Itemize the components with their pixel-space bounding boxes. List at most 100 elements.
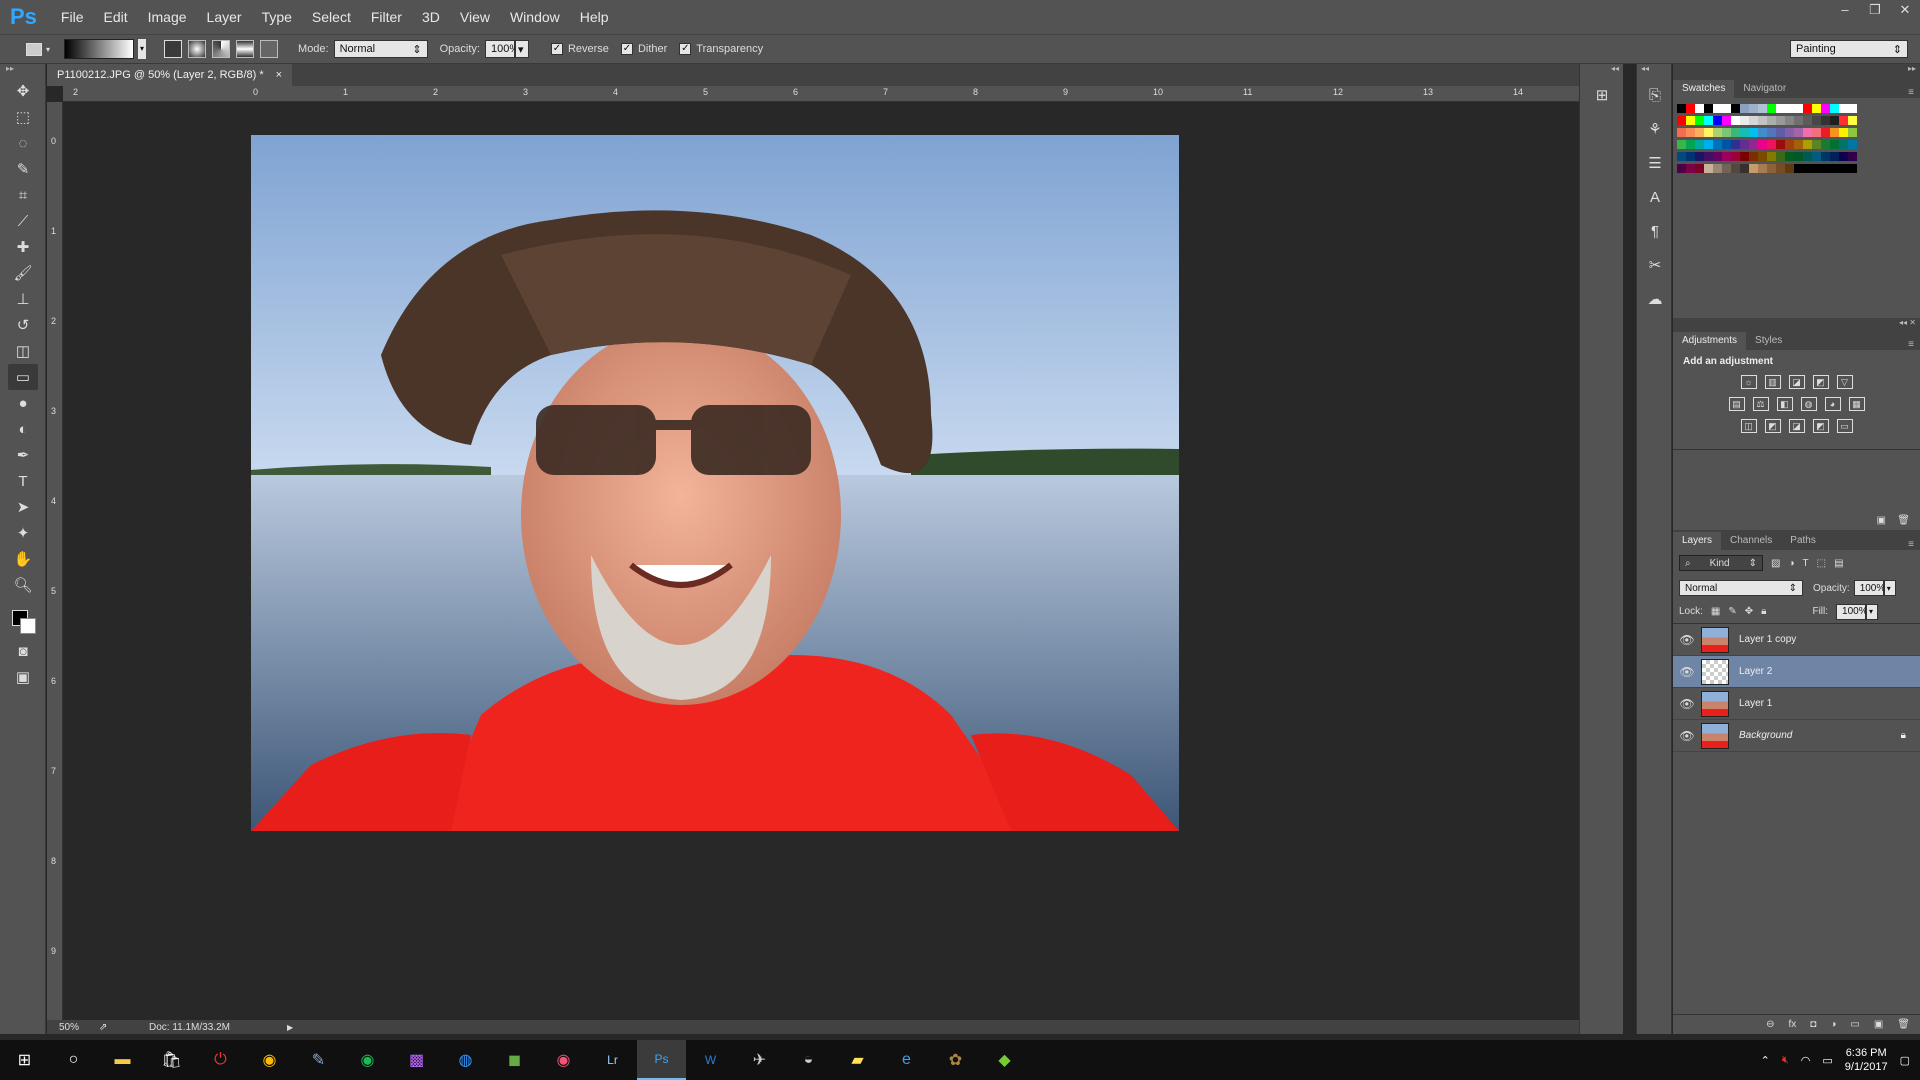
brush-tool-icon[interactable]: 🖌	[8, 260, 38, 286]
swatch[interactable]	[1686, 164, 1695, 173]
file-explorer-icon[interactable]: ▬	[98, 1040, 147, 1080]
app-icon[interactable]: ◉	[539, 1040, 588, 1080]
panel-menu-icon[interactable]: ≡	[1908, 87, 1920, 98]
swatch[interactable]	[1677, 116, 1686, 125]
delete-layer-icon[interactable]: 🗑	[1897, 1019, 1910, 1030]
quick-mask-icon[interactable]: ◙	[8, 638, 38, 664]
tab-swatches[interactable]: Swatches	[1673, 80, 1735, 98]
swatch[interactable]	[1776, 104, 1785, 113]
swatch[interactable]	[1785, 164, 1794, 173]
document-canvas[interactable]	[63, 102, 1579, 1020]
swatch[interactable]	[1731, 116, 1740, 125]
swatch-grid[interactable]	[1677, 104, 1920, 176]
selective-color-icon[interactable]: ◩	[1812, 419, 1829, 433]
linear-gradient-icon[interactable]	[164, 40, 183, 58]
swatch[interactable]	[1821, 140, 1830, 149]
swatch[interactable]	[1848, 116, 1857, 125]
keyboard-icon[interactable]: ▭	[1822, 1054, 1832, 1067]
document-photo[interactable]	[251, 135, 1179, 831]
swatch[interactable]	[1749, 128, 1758, 137]
swatch[interactable]	[1776, 152, 1785, 161]
new-icon[interactable]: ▣	[1877, 515, 1886, 526]
swatch[interactable]	[1803, 104, 1812, 113]
swatch[interactable]	[1839, 116, 1848, 125]
swatch[interactable]	[1677, 152, 1686, 161]
photo-filter-icon[interactable]: ◍	[1800, 397, 1817, 411]
new-group-icon[interactable]: ▭	[1850, 1019, 1859, 1030]
menu-type[interactable]: Type	[252, 0, 302, 34]
lock-position-icon[interactable]: ✥	[1745, 606, 1753, 617]
swatch[interactable]	[1713, 104, 1722, 113]
swatch[interactable]	[1686, 116, 1695, 125]
swatch[interactable]	[1740, 116, 1749, 125]
layer-row[interactable]: 👁︎ Layer 1 copy	[1673, 624, 1920, 656]
invert-icon[interactable]: ◫	[1740, 419, 1757, 433]
windows-start-icon[interactable]: ⊞	[0, 1040, 49, 1080]
swatch[interactable]	[1713, 152, 1722, 161]
collapse-arrows-icon[interactable]: ▸▸	[0, 64, 45, 78]
layer-opacity-input[interactable]: 100%	[1853, 580, 1885, 596]
swatch[interactable]	[1686, 140, 1695, 149]
swatch[interactable]	[1722, 104, 1731, 113]
swatch[interactable]	[1722, 128, 1731, 137]
swatch[interactable]	[1749, 164, 1758, 173]
app-icon-green[interactable]: ◆	[980, 1040, 1029, 1080]
diamond-gradient-icon[interactable]	[260, 40, 279, 58]
black-white-icon[interactable]: ◧	[1776, 397, 1793, 411]
swatch[interactable]	[1821, 128, 1830, 137]
swatch[interactable]	[1767, 140, 1776, 149]
swatch[interactable]	[1731, 104, 1740, 113]
swatch[interactable]	[1794, 140, 1803, 149]
collapse-arrows-icon[interactable]: ◂◂	[1637, 64, 1671, 78]
add-mask-icon[interactable]: ◘	[1810, 1019, 1816, 1030]
swatch[interactable]	[1794, 164, 1803, 173]
swatch[interactable]	[1713, 128, 1722, 137]
swatch[interactable]	[1704, 104, 1713, 113]
game-app-icon[interactable]: ✈	[735, 1040, 784, 1080]
eraser-tool-icon[interactable]: ◫	[8, 338, 38, 364]
brush-presets-icon[interactable]: ⚘	[1637, 112, 1673, 146]
swatch[interactable]	[1803, 164, 1812, 173]
tool-preset-chevron-icon[interactable]: ▾	[46, 45, 50, 54]
dither-checkbox[interactable]: ✓	[620, 43, 633, 55]
swatch[interactable]	[1821, 116, 1830, 125]
swatch[interactable]	[1785, 104, 1794, 113]
chrome-icon[interactable]: ◉	[245, 1040, 294, 1080]
power-app-icon[interactable]: ⏻	[196, 1040, 245, 1080]
swatch[interactable]	[1767, 152, 1776, 161]
swatch[interactable]	[1848, 104, 1857, 113]
gradient-dropdown-chevron-icon[interactable]: ▾	[138, 39, 147, 59]
swatch[interactable]	[1758, 116, 1767, 125]
visibility-eye-icon[interactable]: 👁︎	[1673, 665, 1701, 679]
menu-edit[interactable]: Edit	[93, 0, 137, 34]
posterize-icon[interactable]: ◩	[1764, 419, 1781, 433]
crop-tool-icon[interactable]: ⌗	[8, 182, 38, 208]
swatch[interactable]	[1848, 140, 1857, 149]
swatch[interactable]	[1830, 104, 1839, 113]
swatch[interactable]	[1785, 140, 1794, 149]
minecraft-icon[interactable]: ◼	[490, 1040, 539, 1080]
swatch[interactable]	[1749, 116, 1758, 125]
mode-select[interactable]: Normal ⇕	[333, 40, 428, 58]
swatch[interactable]	[1767, 128, 1776, 137]
menu-window[interactable]: Window	[500, 0, 570, 34]
swatch[interactable]	[1812, 128, 1821, 137]
pattern-app-icon[interactable]: ▩	[392, 1040, 441, 1080]
lasso-tool-icon[interactable]: ◌	[8, 130, 38, 156]
clock[interactable]: 6:36 PM 9/1/2017	[1845, 1046, 1888, 1074]
minimize-button[interactable]: –	[1830, 0, 1860, 22]
gradient-tool-icon[interactable]	[26, 42, 42, 56]
menu-image[interactable]: Image	[138, 0, 197, 34]
visibility-eye-icon[interactable]: 👁︎	[1673, 633, 1701, 647]
spotify-icon[interactable]: ◉	[343, 1040, 392, 1080]
radial-gradient-icon[interactable]	[188, 40, 207, 58]
swatch[interactable]	[1785, 128, 1794, 137]
panel-menu-icon[interactable]: ≡	[1908, 539, 1920, 550]
eyedropper-tool-icon[interactable]: ⟋	[8, 208, 38, 234]
screen-mode-icon[interactable]: ▣	[8, 664, 38, 690]
swatch[interactable]	[1794, 128, 1803, 137]
browser-app-icon[interactable]: ◍	[441, 1040, 490, 1080]
tool-presets-icon[interactable]: ✂	[1637, 248, 1673, 282]
tab-styles[interactable]: Styles	[1746, 332, 1791, 350]
media-app-icon[interactable]: ◒	[784, 1040, 833, 1080]
